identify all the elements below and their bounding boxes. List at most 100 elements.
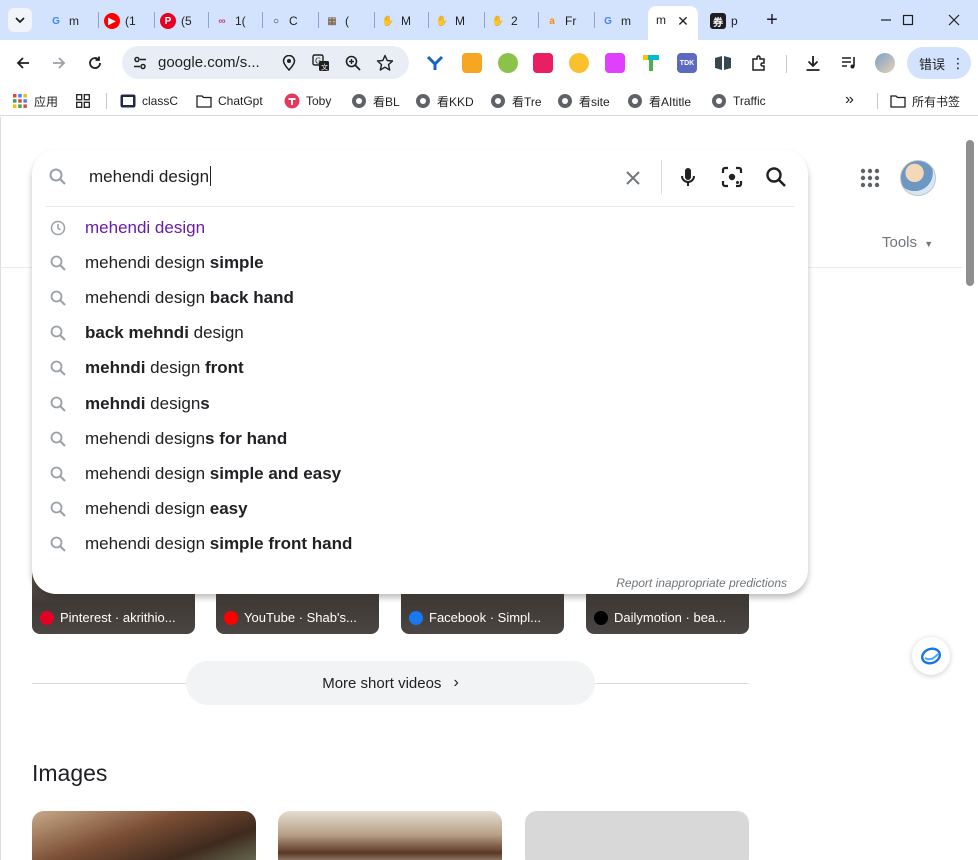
bookmark-label: 所有书签 — [912, 94, 961, 109]
close-tab-icon[interactable]: ✕ — [674, 12, 692, 30]
extension-book-icon[interactable] — [713, 53, 733, 73]
extension-check-icon[interactable] — [605, 53, 625, 73]
extension-pink-icon[interactable] — [533, 53, 553, 73]
translate-icon[interactable]: G文 — [310, 52, 332, 74]
suggestion-item[interactable]: mehendi design simple — [32, 245, 808, 280]
bookmark-item[interactable]: 应用 — [12, 91, 58, 111]
tab-title: (5 — [181, 14, 192, 28]
download-icon[interactable] — [803, 53, 823, 73]
page-border — [0, 117, 1, 860]
extension-tdk-icon[interactable]: TDK — [677, 53, 697, 73]
forward-button[interactable] — [45, 49, 73, 77]
more-short-videos-button[interactable]: More short videos › — [186, 661, 595, 705]
scrollbar-thumb[interactable] — [966, 140, 974, 286]
tab-item[interactable]: ✋ 2 — [490, 8, 523, 34]
tab-favicon-icon: ✋ — [435, 15, 449, 27]
bookmark-item[interactable] — [75, 91, 97, 111]
tab-item[interactable]: ∞ 1( — [214, 8, 247, 34]
media-control-icon[interactable] — [839, 53, 859, 73]
source-logo-icon — [40, 610, 54, 625]
bookmarks-overflow-icon[interactable]: » — [845, 91, 854, 109]
reload-button[interactable] — [81, 49, 109, 77]
search-input[interactable]: mehendi design — [89, 166, 212, 187]
suggestion-text: mehendi design simple front hand — [85, 534, 352, 554]
search-submit-icon[interactable] — [764, 165, 788, 189]
suggestion-item[interactable]: mehendi design simple front hand — [32, 526, 808, 561]
tab-item[interactable]: ▶ (1 — [104, 8, 137, 34]
extension-t-icon[interactable] — [641, 53, 661, 73]
bookmark-item[interactable]: 看site — [557, 91, 610, 111]
tab-separator — [208, 12, 209, 28]
extension-y-icon[interactable] — [425, 53, 445, 73]
suggestion-plain-part: design — [145, 358, 205, 378]
bookmark-item[interactable]: Toby — [284, 91, 331, 111]
tab-title: m — [69, 14, 79, 28]
maximize-button[interactable] — [888, 6, 928, 34]
suggestion-item[interactable]: mehendi design back hand — [32, 280, 808, 315]
text-caret — [210, 166, 212, 186]
suggestion-item[interactable]: mehendi design — [32, 210, 808, 245]
bookmark-item[interactable]: 看BL — [351, 91, 400, 111]
tab-item[interactable]: ○ C — [268, 8, 301, 34]
suggestion-bold-part: easy — [209, 498, 248, 518]
new-tab-button[interactable]: + — [760, 8, 784, 32]
tab-item[interactable]: ✋ M — [380, 8, 413, 34]
bookmark-label: 应用 — [34, 94, 59, 109]
image-result[interactable] — [32, 811, 256, 860]
site-info-button[interactable] — [128, 51, 152, 75]
bookmark-item[interactable]: 看KKD — [415, 91, 474, 111]
image-result[interactable] — [525, 811, 749, 860]
error-menu-button[interactable]: 错误 ⋮ — [907, 47, 971, 79]
tab-favicon-icon: ▦ — [327, 15, 337, 27]
back-button[interactable] — [9, 49, 37, 77]
close-window-button[interactable] — [934, 6, 974, 34]
address-bar[interactable]: google.com/s... G文 — [122, 46, 409, 79]
bookmark-item[interactable]: 看AItitle — [627, 91, 691, 111]
tools-button[interactable]: Tools ▼ — [882, 234, 933, 251]
suggestion-item[interactable]: mehndi designs — [32, 386, 808, 421]
extension-rss-icon[interactable] — [462, 53, 482, 73]
suggestion-item[interactable]: mehendi design simple and easy — [32, 456, 808, 491]
extension-leaf-icon[interactable] — [498, 53, 518, 73]
bookmark-item[interactable]: classC — [120, 91, 178, 111]
video-source-text: Pinterest · akrithio... — [60, 610, 176, 625]
profile-avatar[interactable] — [875, 53, 895, 73]
image-result[interactable] — [278, 811, 502, 860]
tab-item[interactable]: ✋ M — [434, 8, 467, 34]
google-apps-icon[interactable] — [858, 166, 882, 190]
bookmark-star-icon[interactable] — [374, 52, 396, 74]
clear-search-button[interactable] — [621, 166, 645, 190]
video-source: Pinterest · akrithio... — [40, 610, 176, 625]
assistant-fab-icon[interactable] — [912, 637, 950, 675]
tab-item[interactable]: 券 p — [710, 8, 743, 34]
bookmark-item[interactable]: ChatGpt — [196, 91, 263, 111]
bookmark-item[interactable]: Traffic — [711, 91, 766, 111]
bookmark-item[interactable]: 看Tre — [490, 91, 542, 111]
account-avatar[interactable] — [900, 160, 936, 196]
tab-active[interactable]: m ✕ — [648, 6, 698, 40]
extension-compass-icon[interactable] — [569, 53, 589, 73]
tab-item[interactable]: a Fr — [544, 8, 577, 34]
zoom-icon[interactable] — [342, 52, 364, 74]
suggestion-item[interactable]: mehndi design front — [32, 350, 808, 385]
suggestion-item[interactable]: mehendi design easy — [32, 491, 808, 526]
all-bookmarks-folder[interactable]: 所有书签 — [890, 91, 960, 111]
tab-item[interactable]: Gm — [48, 8, 81, 34]
report-predictions-link[interactable]: Report inappropriate predictions — [616, 576, 787, 590]
maximize-icon — [902, 14, 914, 26]
tab-item[interactable]: P (5 — [160, 8, 193, 34]
voice-search-icon[interactable] — [676, 165, 700, 189]
tab-title: M — [401, 14, 411, 28]
url-text[interactable]: google.com/s... — [158, 54, 260, 71]
lens-search-icon[interactable] — [720, 165, 744, 189]
extensions-puzzle-icon[interactable] — [749, 53, 769, 73]
suggestion-item[interactable]: back mehndi design — [32, 315, 808, 350]
location-icon[interactable] — [278, 52, 300, 74]
suggestion-item[interactable]: mehendi designs for hand — [32, 421, 808, 456]
tab-search-button[interactable] — [8, 8, 32, 32]
searchbox-divider — [661, 160, 662, 194]
tab-item[interactable]: ▦( — [324, 8, 357, 34]
bookmark-label: 看BL — [373, 94, 400, 109]
tab-item[interactable]: Gm — [600, 8, 633, 34]
tab-separator — [484, 12, 485, 28]
